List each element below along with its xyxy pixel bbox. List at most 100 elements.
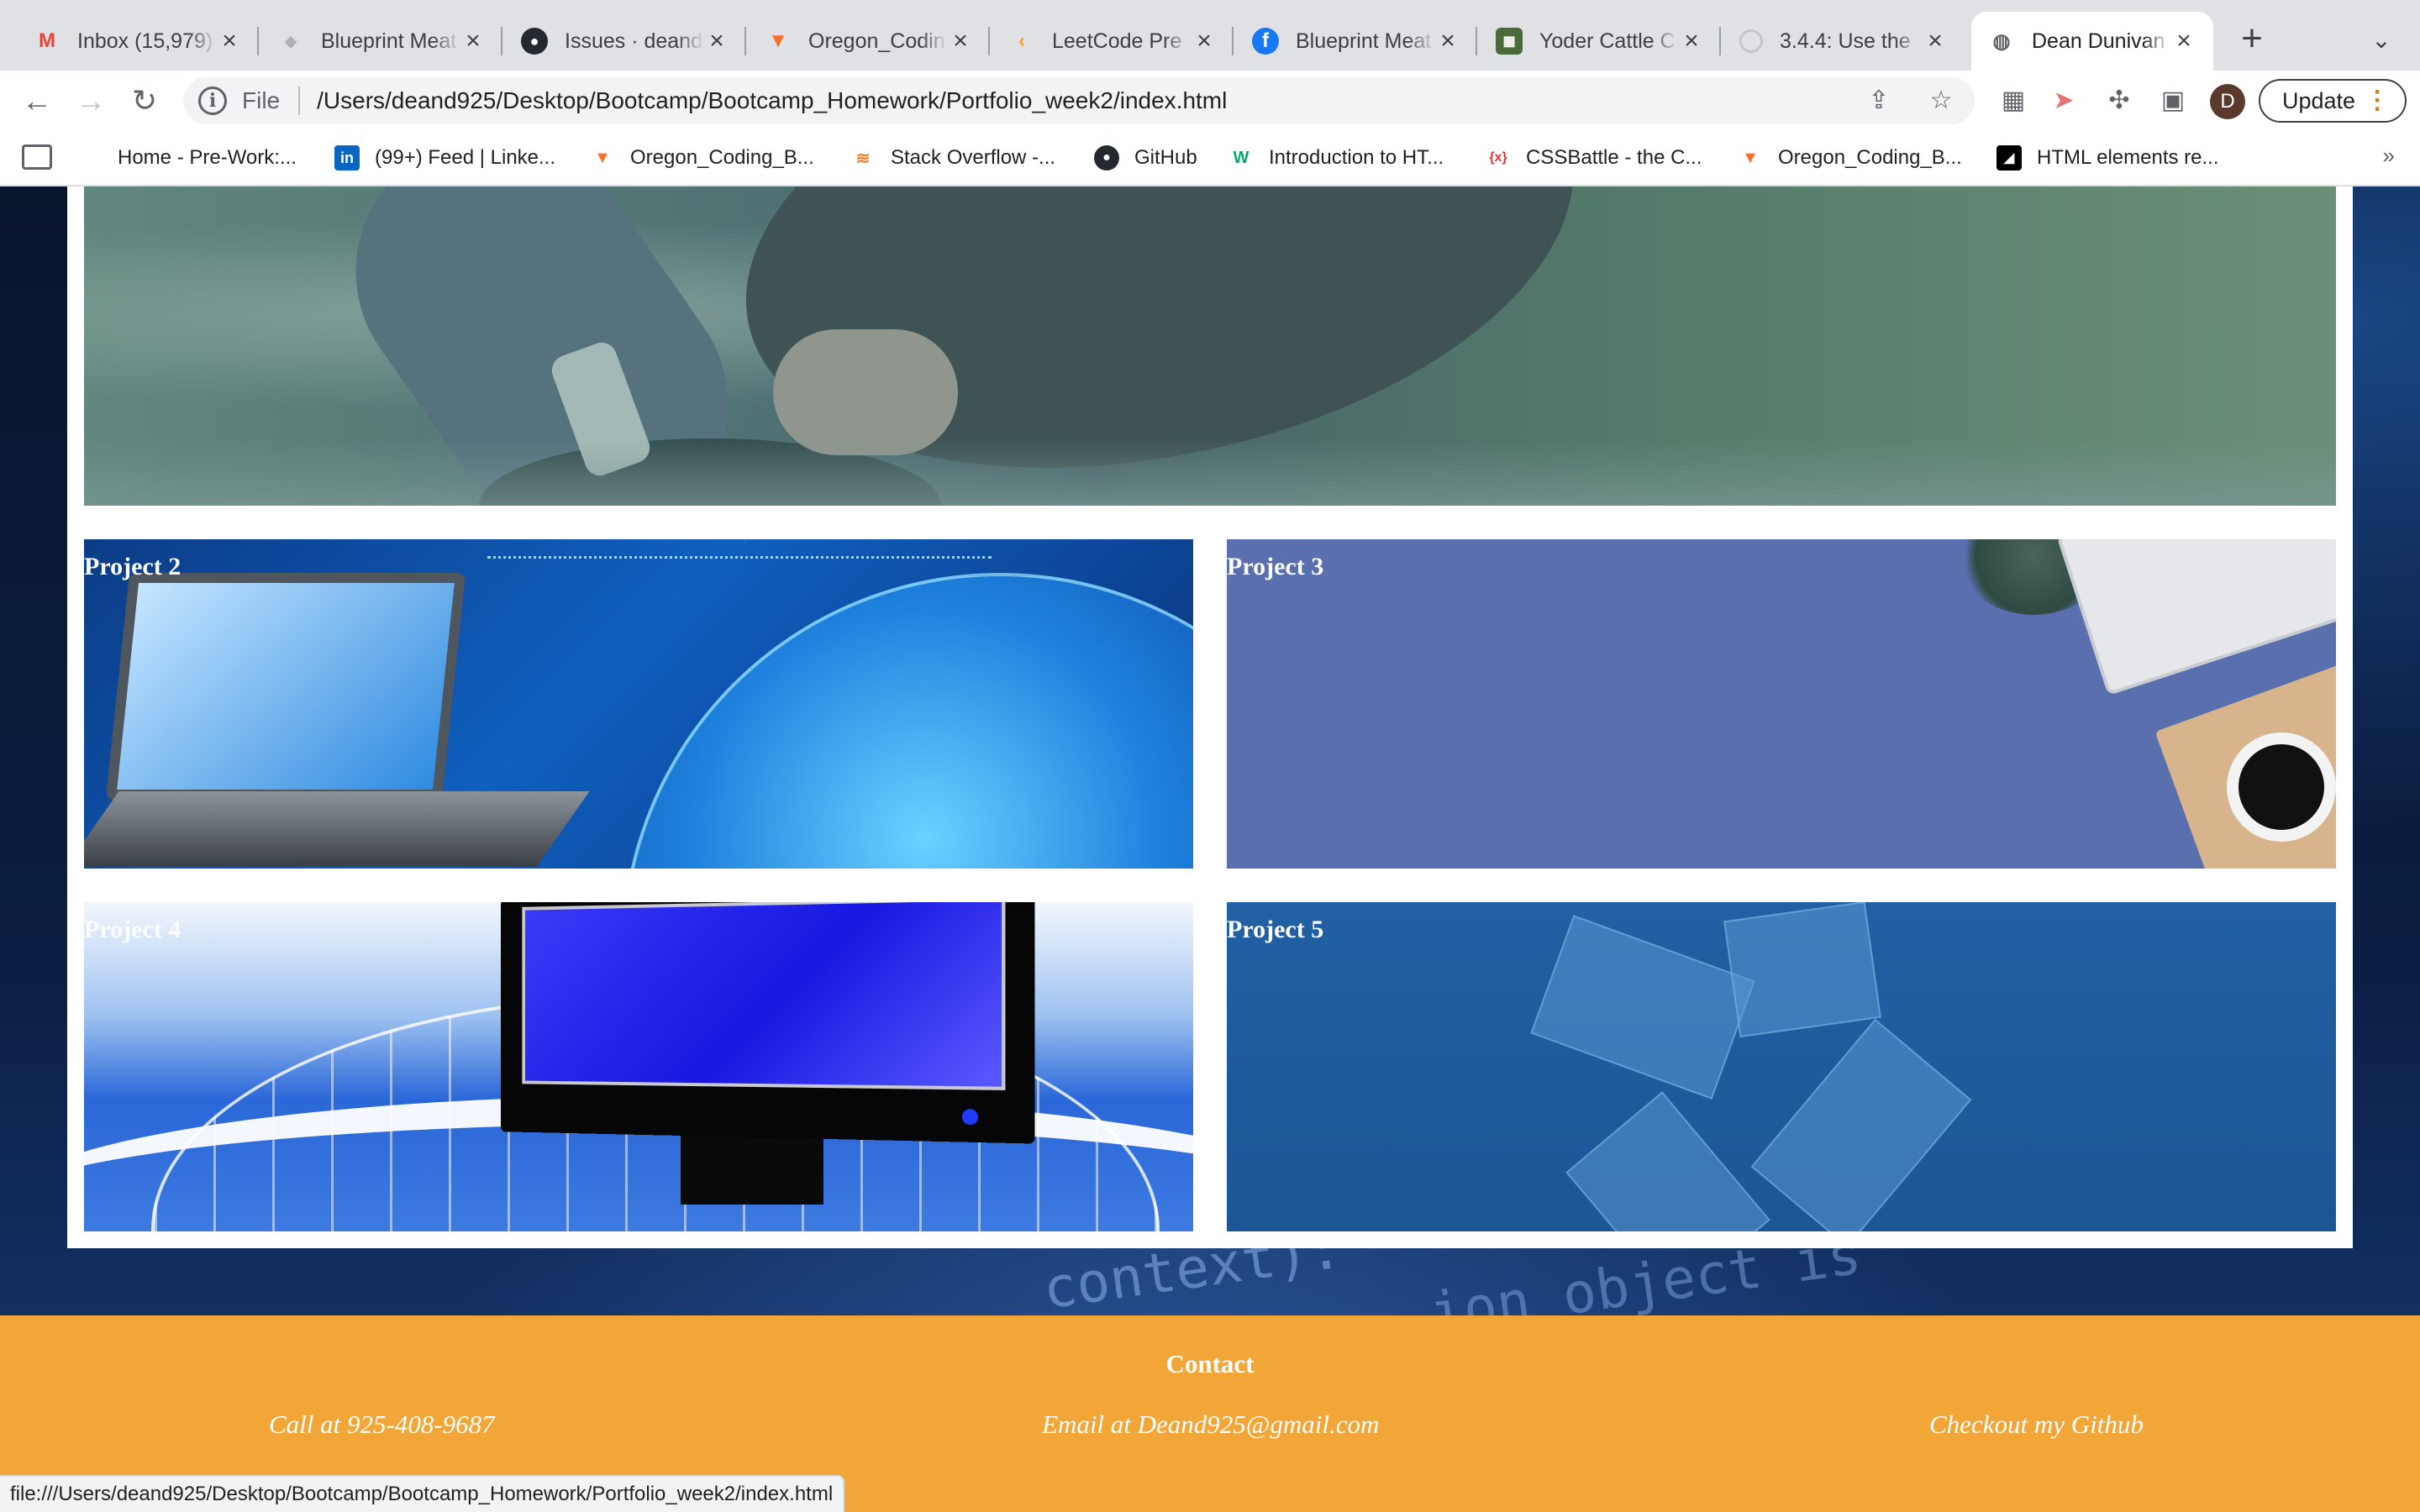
project-title: Project 5 [1227, 916, 1324, 943]
close-icon[interactable]: × [2171, 29, 2196, 54]
project-card-3[interactable]: Project 3 [1227, 539, 2336, 869]
facebook-icon: f [1252, 28, 1279, 55]
bookmark-item[interactable]: ▼ Oregon_Coding_B... [590, 141, 814, 175]
browser-toolbar: ← → ↻ i File /Users/deand925/Desktop/Boo… [0, 71, 2420, 131]
tab-title: LeetCode Pre [1052, 29, 1182, 53]
tab-separator [257, 27, 259, 55]
calendar-extension-icon[interactable]: ▦ [1996, 84, 2030, 118]
project-card-4[interactable]: Project 4 [84, 902, 1193, 1231]
share-icon[interactable]: ⇪ [1864, 86, 1894, 116]
close-icon[interactable]: × [460, 29, 486, 54]
update-button[interactable]: Update ⋮ [2259, 79, 2407, 123]
close-icon[interactable]: × [704, 29, 729, 54]
monitor-graphic [501, 902, 1035, 1144]
close-icon[interactable]: × [1923, 29, 1948, 54]
tab-facebook[interactable]: f Blueprint Meat × [1235, 12, 1477, 71]
gitlab-icon: ▼ [1742, 148, 1759, 167]
stackoverflow-icon: ≋ [855, 149, 871, 168]
divider [298, 87, 301, 115]
close-icon[interactable]: × [948, 29, 973, 54]
mdn-icon: ◢ [1996, 145, 2022, 171]
address-bar[interactable]: i File /Users/deand925/Desktop/Bootcamp/… [183, 77, 1975, 124]
extensions-puzzle-icon[interactable]: ✣ [2102, 84, 2136, 118]
linkedin-icon: in [334, 145, 360, 171]
more-bookmarks-chevron-icon[interactable]: » [2383, 143, 2395, 169]
bookmark-label: (99+) Feed | Linke... [375, 146, 556, 169]
close-icon[interactable]: × [1192, 29, 1217, 54]
laptop-base-graphic [84, 791, 590, 867]
page-viewport: context): ion object is Project 2 Projec… [0, 186, 2420, 1512]
back-arrow-icon[interactable]: ← [17, 81, 57, 121]
paper-graphic [1565, 1091, 1770, 1231]
url-text[interactable]: /Users/deand925/Desktop/Bootcamp/Bootcam… [317, 87, 1227, 114]
bookmark-item[interactable]: W Introduction to HT... [1228, 141, 1444, 175]
monitor-stand-graphic [681, 1129, 823, 1205]
bookmark-item[interactable]: in (99+) Feed | Linke... [334, 141, 555, 175]
bookmark-item[interactable]: ● GitHub [1094, 141, 1197, 175]
tab-title: Inbox (15,979) [77, 29, 213, 53]
blueprint-icon: ◆ [285, 32, 297, 50]
project-card-5[interactable]: Project 5 [1227, 902, 2336, 1231]
tab-title: Dean Dunivan [2032, 29, 2165, 53]
phone-link[interactable]: Call at 925-408-9687 [269, 1410, 495, 1440]
tab-yoder-cattle[interactable]: ▦ Yoder Cattle C × [1479, 12, 1721, 71]
project-title: Project 4 [84, 916, 182, 943]
side-panel-icon[interactable]: ▣ [2156, 84, 2190, 118]
project-title: Project 3 [1227, 553, 1324, 580]
link-status-bubble: file:///Users/deand925/Desktop/Bootcamp/… [0, 1475, 845, 1512]
leetcode-icon: ‹ [1018, 29, 1025, 52]
hero-overlay [84, 186, 2336, 506]
tab-blueprint-1[interactable]: ◆ Blueprint Meat × [260, 12, 502, 71]
site-info-icon[interactable]: i [198, 87, 227, 115]
gmail-icon: M [39, 29, 55, 52]
address-bar-actions: ⇪ ☆ [1864, 86, 1956, 116]
bookmark-label: Home - Pre-Work:... [118, 146, 297, 169]
bookmark-item[interactable]: Home - Pre-Work:... [118, 141, 297, 175]
coffee-cup-graphic [2227, 732, 2336, 842]
gitlab-icon: ▼ [768, 29, 788, 52]
close-icon[interactable]: × [217, 29, 242, 54]
bookmark-item[interactable]: {x} CSSBattle - the C... [1486, 141, 1702, 175]
email-link[interactable]: Email at Deand925@gmail.com [1042, 1410, 1379, 1440]
tab-leetcode[interactable]: ‹ LeetCode Pre × [992, 12, 1234, 71]
paper-graphic [1530, 915, 1755, 1100]
github-link[interactable]: Checkout my Github [1929, 1410, 2144, 1440]
tab-title: Yoder Cattle C [1539, 29, 1676, 53]
tab-separator [1232, 27, 1234, 55]
close-icon[interactable]: × [1679, 29, 1704, 54]
tab-title: Blueprint Meat [321, 29, 457, 53]
tab-dean-dunivan[interactable]: ◍ Dean Dunivan × [1971, 12, 2213, 71]
tab-oregon-coding[interactable]: ▼ Oregon_Codin × [748, 12, 990, 71]
tab-separator [744, 27, 746, 55]
project-card-2[interactable]: Project 2 [84, 539, 1193, 869]
monitor-screen-graphic [522, 902, 1006, 1090]
bookmark-item[interactable]: ▼ Oregon_Coding_B... [1738, 141, 1962, 175]
cast-extension-icon[interactable]: ➤ [2047, 84, 2081, 118]
tab-github-issues[interactable]: ● Issues · deand × [504, 12, 746, 71]
bookmark-label: Introduction to HT... [1269, 146, 1444, 169]
tab-gmail[interactable]: M Inbox (15,979) × [17, 12, 259, 71]
cssbattle-icon: {x} [1489, 150, 1507, 165]
tab-use-the[interactable]: 3.4.4: Use the × [1723, 12, 1965, 71]
bookmark-item[interactable]: ◢ HTML elements re... [1996, 141, 2219, 175]
kebab-menu-icon[interactable]: ⋮ [2365, 86, 2390, 116]
laptop-screen-graphic [105, 573, 466, 800]
monitor-led-graphic [961, 1109, 979, 1126]
bookmark-star-icon[interactable]: ☆ [1926, 86, 1956, 116]
profile-avatar[interactable]: D [2210, 84, 2245, 119]
paper-graphic [1723, 902, 1881, 1038]
bookmarks-bar: Home - Pre-Work:... in (99+) Feed | Link… [0, 131, 2420, 186]
folder-icon[interactable] [22, 144, 52, 170]
github-icon: ● [1094, 145, 1119, 171]
github-icon: ● [521, 28, 548, 55]
bookmark-label: Oregon_Coding_B... [1778, 146, 1962, 169]
new-tab-button[interactable]: + [2232, 18, 2272, 59]
bookmark-item[interactable]: ≋ Stack Overflow -... [850, 141, 1055, 175]
close-icon[interactable]: × [1435, 29, 1460, 54]
featured-project-image[interactable] [84, 186, 2336, 506]
contact-heading: Contact [1165, 1349, 1255, 1378]
reload-icon[interactable]: ↻ [124, 81, 165, 121]
forward-arrow-icon[interactable]: → [71, 81, 111, 121]
tab-search-chevron-icon[interactable]: ⌄ [2363, 22, 2400, 59]
globe-icon: ◍ [1992, 29, 2011, 53]
